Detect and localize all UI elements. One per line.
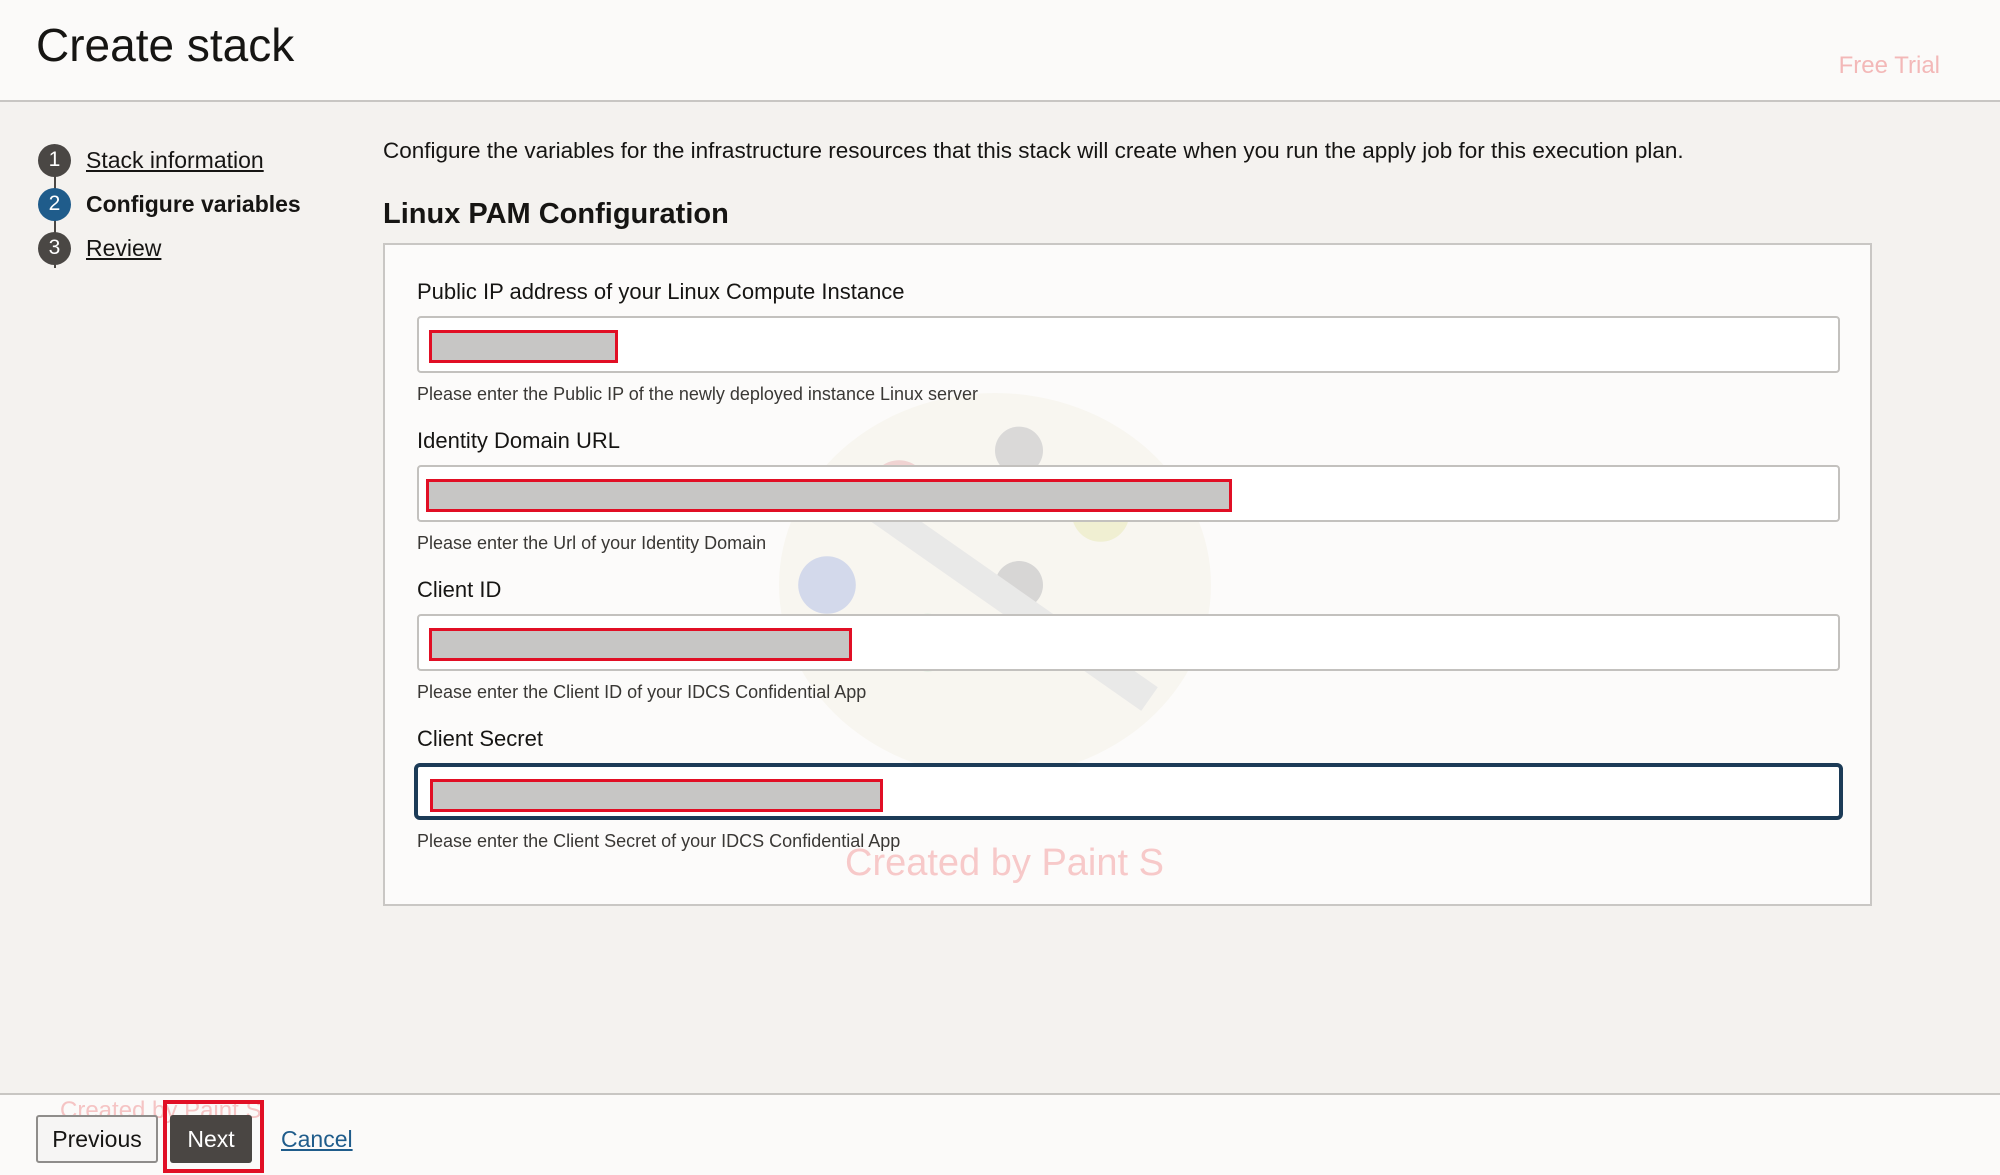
- step-label-review[interactable]: Review: [86, 235, 161, 262]
- step-label-configure-variables: Configure variables: [86, 190, 301, 217]
- step-configure-variables: 2 Configure variables: [38, 182, 338, 226]
- free-trial-label: Free Trial: [1838, 52, 1940, 79]
- step-review[interactable]: 3 Review: [38, 226, 338, 270]
- next-button[interactable]: Next: [170, 1115, 252, 1163]
- step-label-stack-information[interactable]: Stack information: [86, 147, 264, 174]
- page-header: Create stack Free Trial: [0, 0, 2000, 102]
- client-id-help: Please enter the Client ID of your IDCS …: [417, 682, 867, 702]
- identity-domain-url-field: Identity Domain URL Please enter the Url…: [417, 428, 1840, 554]
- client-secret-field: Client Secret Please enter the Client Se…: [414, 726, 1843, 852]
- public-ip-field: Public IP address of your Linux Compute …: [417, 279, 1840, 405]
- section-title: Linux PAM Configuration: [383, 198, 729, 230]
- step-number-1: 1: [38, 143, 71, 177]
- variables-panel: Created by Paint S Public IP address of …: [383, 243, 1872, 906]
- client-id-input[interactable]: [417, 614, 1840, 671]
- page-title: Create stack: [36, 19, 295, 71]
- redacted-value: [429, 330, 618, 363]
- identity-domain-url-label: Identity Domain URL: [417, 428, 620, 453]
- footer-bar: Created by Paint S Previous Next Cancel: [0, 1093, 2000, 1175]
- public-ip-label: Public IP address of your Linux Compute …: [417, 279, 905, 304]
- previous-button[interactable]: Previous: [36, 1115, 158, 1163]
- step-number-2: 2: [38, 187, 71, 221]
- identity-domain-url-input[interactable]: [417, 465, 1840, 522]
- step-stack-information[interactable]: 1 Stack information: [38, 138, 338, 182]
- wizard-steps: 1 Stack information 2 Configure variable…: [38, 138, 338, 270]
- redacted-value: [429, 628, 852, 661]
- client-secret-label: Client Secret: [417, 726, 543, 751]
- client-secret-help: Please enter the Client Secret of your I…: [417, 831, 901, 851]
- client-secret-input[interactable]: [414, 763, 1843, 820]
- step-number-3: 3: [38, 231, 71, 265]
- redacted-value: [430, 779, 883, 812]
- redacted-value: [426, 479, 1232, 512]
- intro-text: Configure the variables for the infrastr…: [383, 138, 1684, 163]
- public-ip-help: Please enter the Public IP of the newly …: [417, 384, 979, 404]
- public-ip-input[interactable]: [417, 316, 1840, 373]
- cancel-link[interactable]: Cancel: [281, 1126, 353, 1153]
- client-id-label: Client ID: [417, 577, 502, 602]
- identity-domain-url-help: Please enter the Url of your Identity Do…: [417, 533, 767, 553]
- client-id-field: Client ID Please enter the Client ID of …: [417, 577, 1840, 703]
